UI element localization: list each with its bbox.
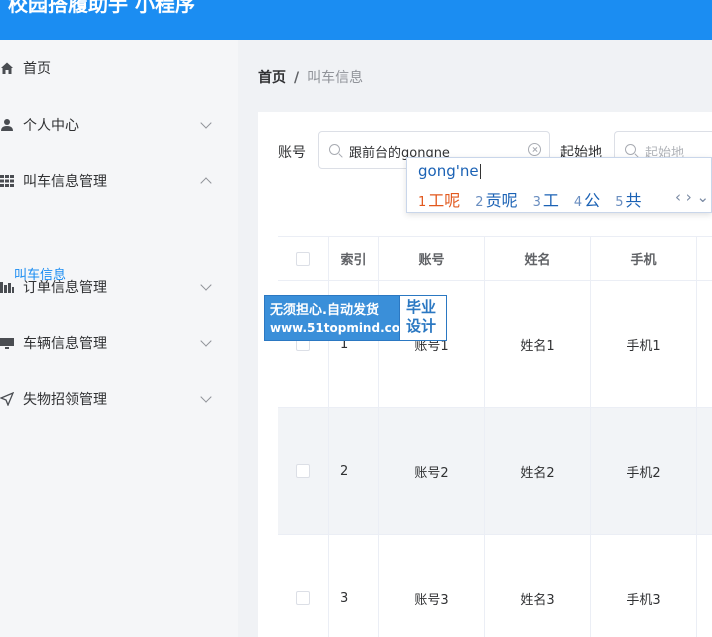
- table-cell-phone: 手机3: [626, 592, 661, 608]
- select-all-cell: [278, 237, 328, 280]
- watermark-line1: 无须担心.自动发货: [270, 303, 379, 318]
- select-all-checkbox[interactable]: [296, 251, 310, 266]
- row-checkbox[interactable]: [296, 591, 310, 605]
- sidebar: 首页 个人中心 叫车信息管理 叫车信息 订单信息管理 车辆信息管理 失物招领管理: [0, 40, 238, 637]
- monitor-icon: [0, 336, 14, 350]
- sidebar-item-lost-found-management[interactable]: 失物招领管理: [0, 371, 238, 427]
- sidebar-item-label: 订单信息管理: [23, 280, 107, 296]
- ime-candidate-text: 贡呢: [485, 191, 518, 210]
- ime-candidate-text: 共: [625, 191, 642, 210]
- sidebar-item-personal-center[interactable]: 个人中心: [0, 97, 238, 153]
- watermark-line2: www.51topmind.com: [270, 321, 413, 335]
- row-checkbox-cell: [278, 408, 328, 534]
- sidebar-item-call-car-management[interactable]: 叫车信息管理: [0, 153, 238, 209]
- search-icon: [329, 144, 340, 155]
- column-header[interactable]: 姓名: [485, 237, 590, 280]
- chevron-down-icon: [200, 117, 212, 129]
- ime-candidate[interactable]: 5共: [615, 187, 641, 211]
- ime-candidate-list: 1 工呢 2 贡呢 3工 4公 5共: [418, 187, 656, 211]
- ime-candidate-text: 工: [542, 191, 559, 210]
- text-caret: [479, 164, 481, 179]
- chevron-down-icon: [200, 279, 212, 291]
- clear-icon[interactable]: [528, 143, 541, 156]
- column-header[interactable]: 手机: [591, 237, 696, 280]
- sidebar-item-home[interactable]: 首页: [0, 40, 238, 96]
- ime-candidate-number: 1: [418, 195, 427, 210]
- table-cell-phone: 手机2: [626, 465, 661, 481]
- app-title: 校园搭履助手 小程序: [8, 0, 195, 16]
- watermark-side: 毕业 设计: [399, 296, 446, 340]
- watermark-badge: 无须担心.自动发货 www.51topmind.com 毕业 设计: [264, 295, 447, 341]
- breadcrumb-current: 叫车信息: [307, 70, 364, 86]
- table-cell-name: 姓名1: [520, 338, 555, 354]
- ime-composition-text: gong'ne: [418, 162, 479, 180]
- ime-composition: gong'ne: [418, 162, 481, 180]
- table-cell-index: 2: [340, 463, 349, 479]
- ime-candidate-text: 工呢: [428, 191, 461, 210]
- sidebar-item-label: 车辆信息管理: [23, 336, 107, 352]
- row-checkbox[interactable]: [296, 464, 310, 478]
- chevron-down-icon: [200, 335, 212, 347]
- table-cell-name: 姓名3: [520, 592, 555, 608]
- sidebar-item-label: 失物招领管理: [23, 392, 107, 408]
- column-header[interactable]: 索引: [329, 237, 378, 280]
- ime-candidate-number: 3: [532, 195, 541, 210]
- chevron-up-icon: [200, 177, 212, 189]
- table-cell-index: 3: [340, 590, 349, 606]
- sidebar-item-order-management[interactable]: 订单信息管理: [0, 259, 238, 315]
- table-border: [696, 236, 697, 637]
- user-icon: [0, 118, 14, 132]
- chart-icon: [0, 280, 14, 294]
- breadcrumb-home[interactable]: 首页: [258, 70, 286, 86]
- table-cell-name: 姓名2: [520, 465, 555, 481]
- ime-candidate-popup: gong'ne 1 工呢 2 贡呢 3工 4公 5共 ‹ › ⌄: [406, 157, 712, 213]
- table-cell-account: 账号2: [414, 465, 449, 481]
- send-icon: [0, 391, 15, 407]
- breadcrumb-separator: /: [294, 70, 300, 86]
- table-cell-account: 账号3: [414, 592, 449, 608]
- search-icon: [625, 144, 636, 155]
- ime-candidate-text: 公: [584, 191, 601, 210]
- ime-candidate[interactable]: 3工: [533, 187, 559, 211]
- ime-candidate-number: 2: [475, 195, 484, 210]
- chevron-down-icon: [200, 391, 212, 403]
- table-cell-phone: 手机1: [626, 338, 661, 354]
- watermark-side2: 设计: [406, 317, 437, 335]
- breadcrumb: 首页 / 叫车信息: [258, 67, 363, 87]
- watermark-side1: 毕业: [406, 298, 437, 316]
- sidebar-item-label: 叫车信息管理: [23, 174, 107, 190]
- row-checkbox-cell: [278, 535, 328, 637]
- ime-page-nav[interactable]: ‹ › ⌄: [675, 188, 709, 206]
- account-label: 账号: [278, 145, 306, 161]
- ime-candidate[interactable]: 1 工呢: [418, 187, 460, 211]
- ime-candidate-number: 4: [573, 195, 583, 210]
- watermark-text: 无须担心.自动发货 www.51topmind.com: [265, 296, 413, 340]
- ime-candidate-number: 5: [615, 195, 624, 210]
- sidebar-item-vehicle-management[interactable]: 车辆信息管理: [0, 315, 238, 371]
- grid-icon: [0, 174, 14, 188]
- column-header[interactable]: 账号: [379, 237, 484, 280]
- sidebar-item-label: 个人中心: [23, 118, 79, 134]
- ime-candidate[interactable]: 2 贡呢: [475, 187, 517, 211]
- top-header: 校园搭履助手 小程序: [0, 0, 712, 40]
- ime-candidate[interactable]: 4公: [574, 187, 600, 211]
- sidebar-item-label: 首页: [23, 61, 51, 77]
- home-icon: [0, 61, 14, 75]
